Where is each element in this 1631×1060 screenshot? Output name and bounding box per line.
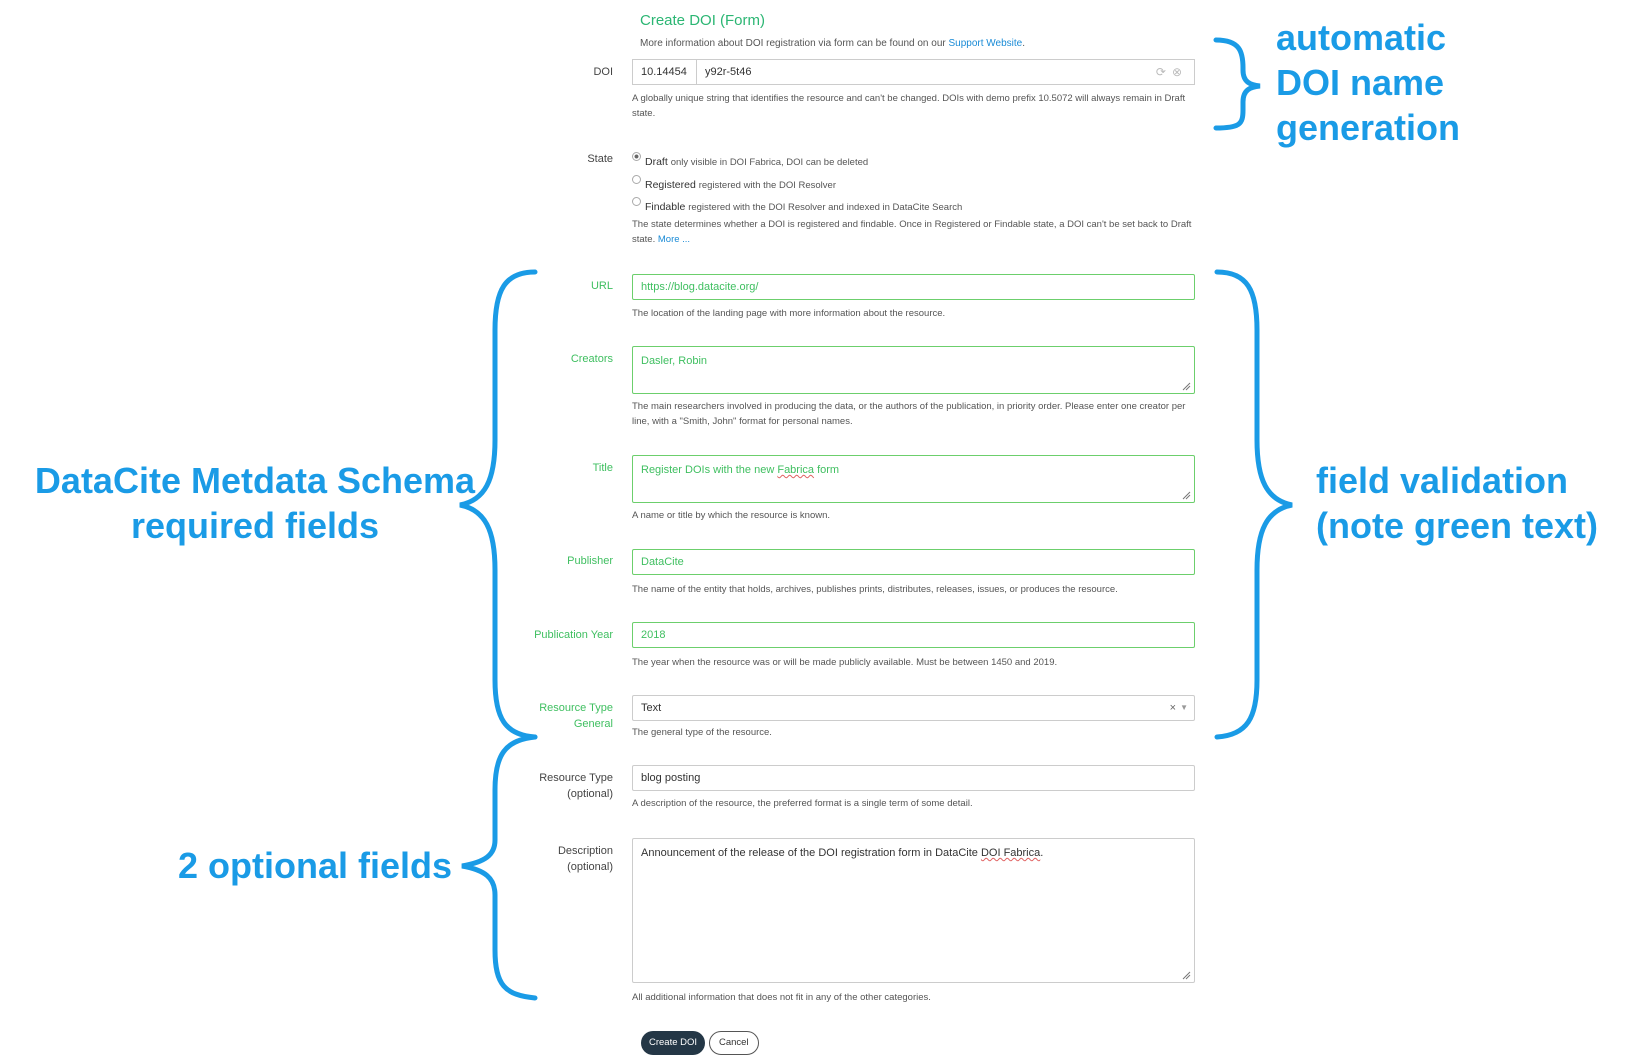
annotation-auto-doi: automatic DOI name generation <box>1276 15 1460 150</box>
brace-validation-icon <box>1214 269 1293 740</box>
annotation-auto-doi-line2: DOI name <box>1276 62 1445 103</box>
annotation-required: DataCite Metdata Schema required fields <box>25 458 485 548</box>
brace-optional-icon <box>461 734 538 1001</box>
annotation-required-line2: required fields <box>130 505 380 546</box>
annotation-validation: field validation (note green text) <box>1316 458 1598 548</box>
annotation-validation-line2: (note green text) <box>1316 505 1599 546</box>
annotation-required-line1: DataCite Metdata Schema <box>34 460 476 501</box>
annotation-auto-doi-line3: generation <box>1276 107 1461 148</box>
brace-doi-icon <box>1213 37 1261 131</box>
annotation-auto-doi-line1: automatic <box>1276 17 1447 58</box>
annotation-optional: 2 optional fields <box>178 845 453 886</box>
annotation-validation-line1: field validation <box>1316 460 1569 501</box>
